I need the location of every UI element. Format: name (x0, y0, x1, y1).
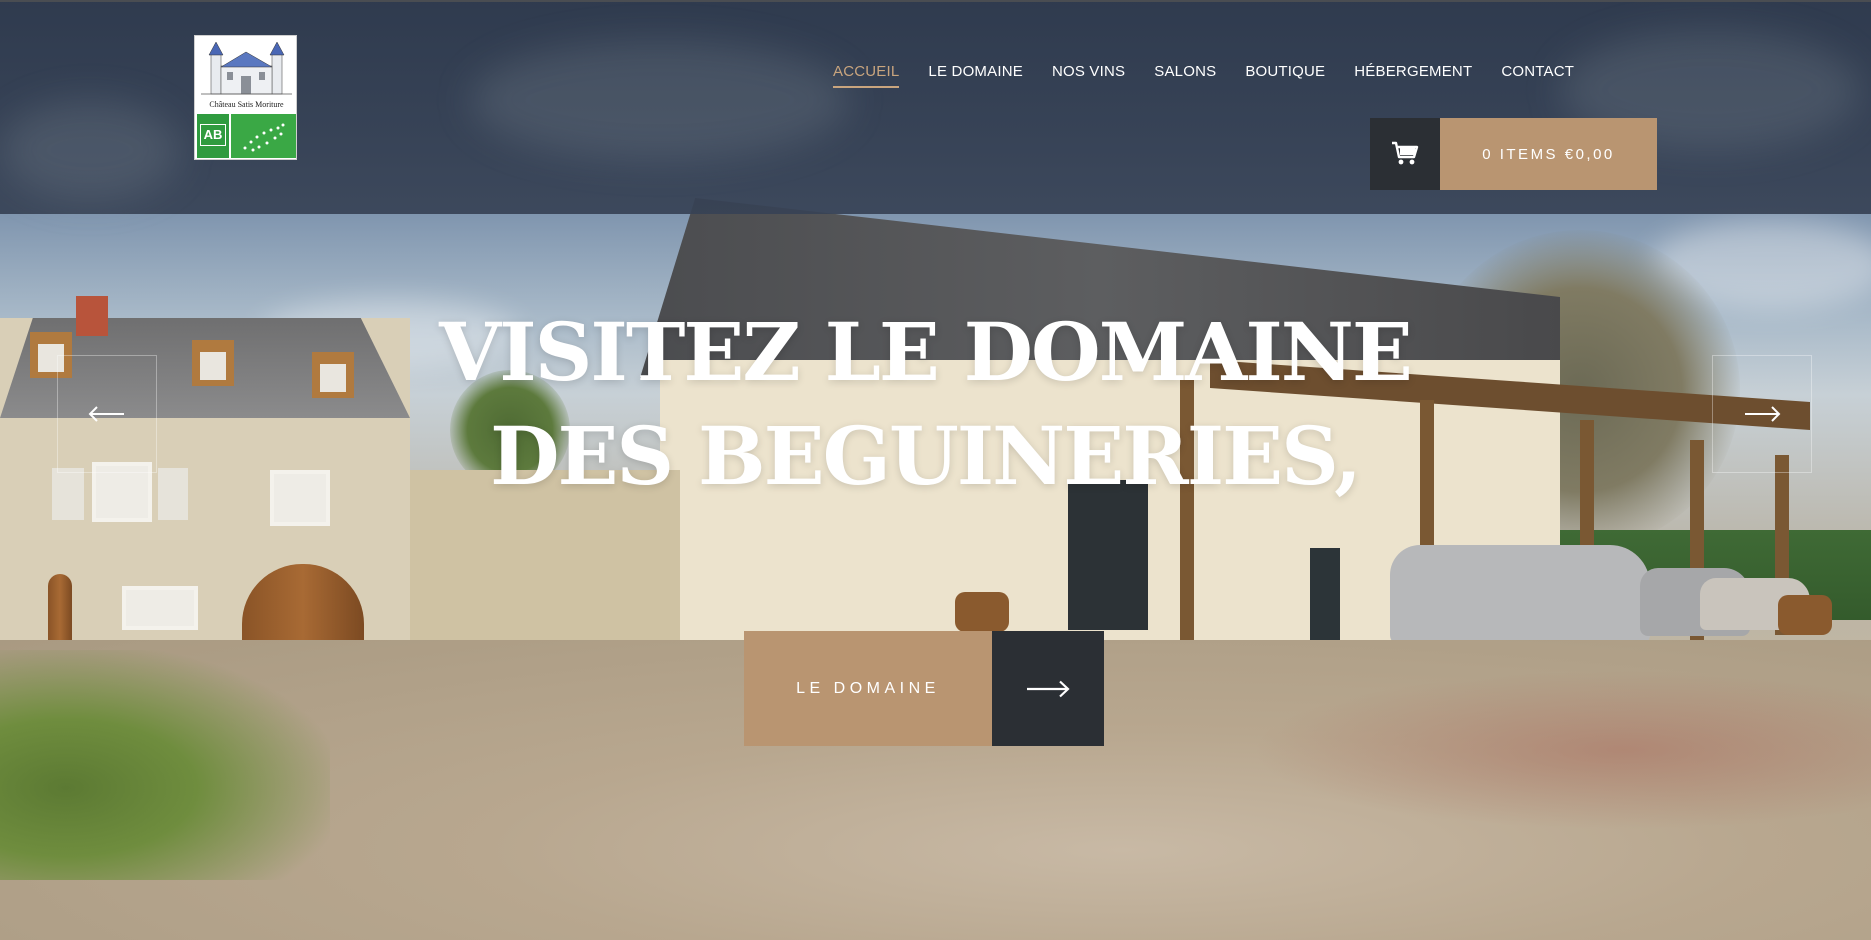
le-domaine-button[interactable]: LE DOMAINE (744, 631, 992, 746)
nav-item-hebergement[interactable]: HÉBERGEMENT (1354, 63, 1472, 88)
hero-title: VISITEZ LE DOMAINE DES BEGUINERIES, (300, 300, 1550, 508)
nav-item-boutique[interactable]: BOUTIQUE (1245, 63, 1325, 88)
parked-van (1390, 545, 1650, 645)
nav-item-nos-vins[interactable]: NOS VINS (1052, 63, 1125, 88)
main-navigation: ACCUEIL LE DOMAINE NOS VINS SALONS BOUTI… (833, 63, 1603, 88)
window-shutter (52, 468, 84, 520)
site-logo[interactable]: Château Satis Moriture AB (194, 35, 297, 160)
gravel-patch (1251, 670, 1871, 830)
arrow-right-icon (1027, 680, 1070, 697)
window-shutter (158, 468, 188, 520)
arrow-right-icon (1745, 406, 1781, 422)
wine-barrel (955, 592, 1009, 632)
hero-title-line-1: VISITEZ LE DOMAINE (439, 305, 1413, 399)
logo-text: Château Satis Moriture (209, 100, 284, 109)
cloud (470, 40, 850, 160)
arrow-left-icon (88, 406, 124, 422)
top-border (0, 0, 1871, 2)
cart-widget: 0 ITEMS €0,00 (1370, 118, 1657, 190)
ab-organic-label: AB (197, 114, 229, 158)
hero-title-line-2: DES BEGUINERIES, (490, 409, 1362, 503)
cart-icon-button[interactable] (1370, 118, 1440, 190)
ab-badge-text: AB (200, 124, 226, 146)
slider-prev-button[interactable] (57, 355, 157, 473)
le-domaine-arrow-button[interactable] (992, 631, 1104, 746)
cart-summary-button[interactable]: 0 ITEMS €0,00 (1440, 118, 1657, 190)
slider-next-button[interactable] (1712, 355, 1812, 473)
dormer-window (192, 340, 234, 386)
barn-door (1310, 548, 1340, 643)
castle-illustration (201, 41, 292, 95)
cloud (0, 100, 180, 200)
nav-item-salons[interactable]: SALONS (1154, 63, 1216, 88)
nav-item-contact[interactable]: CONTACT (1501, 63, 1574, 88)
wine-barrel (1778, 595, 1832, 635)
house-window (122, 586, 198, 630)
shopping-cart-icon (1392, 141, 1419, 165)
chimney (76, 296, 108, 336)
hero-cta: LE DOMAINE (744, 631, 1104, 746)
nav-item-le-domaine[interactable]: LE DOMAINE (928, 63, 1023, 88)
grass-patch (0, 650, 330, 880)
eu-organic-leaf-icon (231, 114, 296, 158)
nav-item-accueil[interactable]: ACCUEIL (833, 63, 900, 88)
